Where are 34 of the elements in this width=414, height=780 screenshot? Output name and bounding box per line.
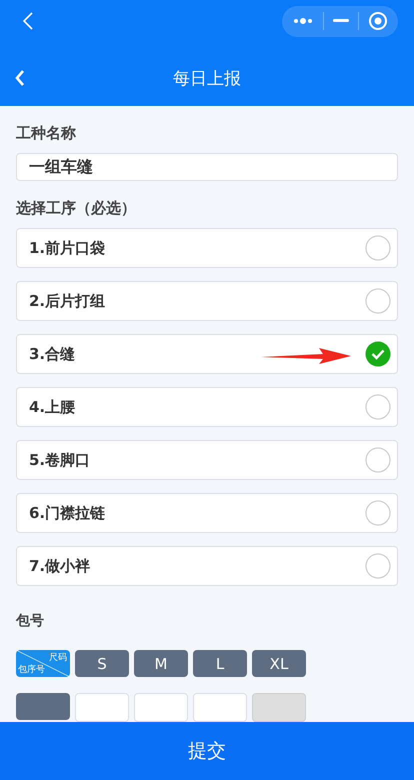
size-header: S bbox=[75, 650, 129, 677]
process-option[interactable]: 6.门襟拉链 bbox=[16, 493, 398, 533]
quantity-cell[interactable] bbox=[193, 693, 247, 722]
radio-icon[interactable] bbox=[365, 288, 391, 314]
size-header: M bbox=[134, 650, 188, 677]
radio-icon[interactable] bbox=[365, 553, 391, 579]
size-header: L bbox=[193, 650, 247, 677]
radio-icon[interactable] bbox=[365, 394, 391, 420]
row-header-cell bbox=[16, 693, 70, 720]
column-header: 尺码 bbox=[49, 652, 67, 664]
process-option[interactable]: 5.卷脚口 bbox=[16, 440, 398, 480]
section-label: 包号 bbox=[16, 612, 44, 630]
section-label: 选择工序（必选） bbox=[16, 199, 136, 218]
quantity-cell[interactable] bbox=[75, 693, 129, 722]
page-title: 每日上报 bbox=[173, 68, 241, 90]
process-option[interactable]: 7.做小袢 bbox=[16, 546, 398, 586]
job-name-field[interactable]: 一组车缝 bbox=[16, 153, 398, 181]
back-icon[interactable] bbox=[14, 69, 26, 87]
process-option[interactable]: 4.上腰 bbox=[16, 387, 398, 427]
row-header: 包序号 bbox=[18, 664, 45, 676]
process-option[interactable]: 1.前片口袋 bbox=[16, 228, 398, 268]
size-header: XL bbox=[252, 650, 306, 677]
radio-icon[interactable] bbox=[365, 500, 391, 526]
submit-button[interactable]: 提交 bbox=[0, 722, 414, 780]
radio-icon[interactable] bbox=[365, 341, 391, 367]
radio-icon[interactable] bbox=[365, 235, 391, 261]
more-icon[interactable] bbox=[292, 17, 314, 25]
quantity-cell[interactable] bbox=[134, 693, 188, 722]
field-label: 工种名称 bbox=[16, 124, 76, 143]
process-option[interactable]: 3.合缝 bbox=[16, 334, 398, 374]
back-icon[interactable] bbox=[22, 11, 34, 31]
process-option[interactable]: 2.后片打组 bbox=[16, 281, 398, 321]
minimize-icon[interactable] bbox=[332, 19, 349, 23]
radio-icon[interactable] bbox=[365, 447, 391, 473]
